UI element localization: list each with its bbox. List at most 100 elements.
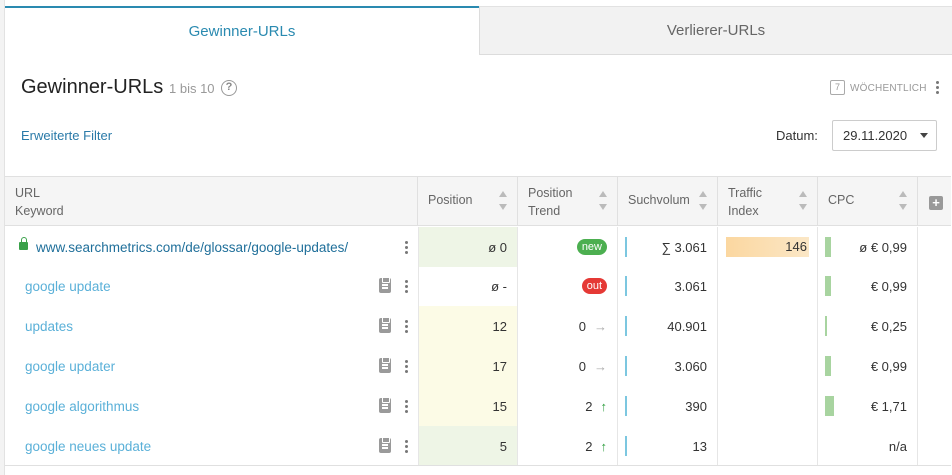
traffic-index-value: 146	[785, 239, 807, 254]
cpc-bar	[825, 356, 831, 376]
position-cell: 5	[418, 426, 518, 466]
tab-verlierer-urls[interactable]: Verlierer-URLs	[479, 6, 952, 55]
volume-cell: 3.060	[618, 346, 718, 386]
volume-cell: 390	[618, 386, 718, 426]
column-cpc-label: CPC	[828, 193, 855, 207]
cpc-value: € 1,71	[870, 398, 907, 414]
url-link[interactable]: www.searchmetrics.com/de/glossar/google-…	[36, 240, 348, 255]
row-menu-icon[interactable]	[403, 440, 409, 453]
lock-icon	[19, 237, 28, 250]
chevron-down-icon	[920, 133, 928, 138]
traffic-index-cell	[718, 386, 818, 426]
date-value: 29.11.2020	[843, 128, 908, 143]
column-ti-label-1: Traffic	[728, 186, 763, 200]
result-range: 1 bis 10	[169, 81, 215, 96]
column-url-label: URL	[15, 186, 41, 200]
table-row: google algorithmus 15 2 ↑ 390 € 1,71	[5, 386, 951, 426]
cpc-value: n/a	[888, 438, 907, 454]
status-badge-out: out	[581, 278, 607, 294]
arrow-up-icon: ↑	[600, 438, 608, 454]
volume-value: 13	[692, 438, 707, 454]
row-menu-icon[interactable]	[403, 280, 409, 293]
volume-cell: 13	[618, 426, 718, 466]
sort-icon[interactable]	[499, 191, 509, 213]
traffic-index-cell	[718, 266, 818, 306]
keyword-cell: google neues update	[5, 426, 418, 466]
clipboard-icon[interactable]	[379, 317, 391, 333]
column-header-url-keyword[interactable]: URL Keyword	[5, 177, 418, 225]
keyword-link[interactable]: updates	[25, 319, 73, 334]
column-header-search-volume[interactable]: Suchvolum	[618, 177, 718, 225]
table-header: URL Keyword Position Position Trend Suchvo…	[5, 176, 951, 226]
date-select[interactable]: 29.11.2020	[832, 120, 937, 151]
position-cell: 12	[418, 306, 518, 346]
volume-value: 3.061	[674, 278, 707, 294]
cpc-bar	[825, 276, 831, 296]
keyword-cell: google updater	[5, 346, 418, 386]
trend-value: 2	[585, 398, 593, 414]
traffic-index-cell	[718, 346, 818, 386]
status-badge-new: new	[576, 239, 607, 255]
column-header-cpc[interactable]: CPC	[818, 177, 918, 225]
sort-icon[interactable]	[599, 191, 609, 213]
cpc-value: € 0,99	[870, 278, 907, 294]
table-row-url: www.searchmetrics.com/de/glossar/google-…	[5, 227, 951, 267]
sort-icon[interactable]	[899, 191, 909, 213]
trend-value: 0	[578, 318, 586, 334]
keyword-link[interactable]: google algorithmus	[25, 399, 139, 414]
trend-cell: 0 →	[518, 306, 618, 346]
trend-value: 2	[585, 438, 593, 454]
cpc-value: € 0,25	[870, 318, 907, 334]
trend-cell: 0 →	[518, 346, 618, 386]
keyword-link[interactable]: google neues update	[25, 439, 151, 454]
cpc-value: € 0,99	[870, 358, 907, 374]
add-column-icon[interactable]: +	[929, 196, 943, 210]
trend-cell: 2 ↑	[518, 386, 618, 426]
position-cell: 17	[418, 346, 518, 386]
keyword-cell: google update	[5, 266, 418, 306]
trend-cell: 2 ↑	[518, 426, 618, 466]
column-header-position-trend[interactable]: Position Trend	[518, 177, 618, 225]
cpc-cell: € 1,71	[818, 386, 918, 426]
table-row: google neues update 5 2 ↑ 13 n/a	[5, 426, 951, 466]
weekly-toggle[interactable]: WÖCHENTLICH	[850, 83, 927, 94]
volume-value: ∑ 3.061	[661, 239, 707, 255]
clipboard-icon[interactable]	[379, 437, 391, 453]
column-header-traffic-index[interactable]: Traffic Index	[718, 177, 818, 225]
date-label: Datum:	[776, 128, 818, 143]
keyword-cell: google algorithmus	[5, 386, 418, 426]
cpc-cell: € 0,99	[818, 266, 918, 306]
traffic-index-cell	[718, 306, 818, 346]
advanced-filter-link[interactable]: Erweiterte Filter	[21, 128, 112, 143]
column-volume-label: Suchvolum	[628, 193, 690, 207]
traffic-index-cell	[718, 426, 818, 466]
column-ti-label-2: Index	[728, 204, 759, 218]
arrow-up-icon: ↑	[600, 398, 608, 414]
help-icon[interactable]: ?	[221, 80, 237, 96]
cpc-cell: € 0,99	[818, 346, 918, 386]
column-position-label: Position	[428, 193, 473, 207]
row-menu-icon[interactable]	[403, 400, 409, 413]
more-options-icon[interactable]	[934, 81, 940, 94]
cpc-cell: € 0,25	[818, 306, 918, 346]
keyword-cell: updates	[5, 306, 418, 346]
clipboard-icon[interactable]	[379, 397, 391, 413]
cpc-cell: ø € 0,99	[818, 227, 918, 267]
row-menu-icon[interactable]	[403, 320, 409, 333]
column-trend-label-2: Trend	[528, 204, 561, 218]
sort-icon[interactable]	[799, 191, 809, 213]
calendar-icon[interactable]: 7	[830, 80, 845, 95]
volume-value: 40.901	[667, 318, 707, 334]
column-header-position[interactable]: Position	[418, 177, 518, 225]
column-keyword-label: Keyword	[15, 204, 64, 218]
keyword-link[interactable]: google update	[25, 279, 111, 294]
keyword-link[interactable]: google updater	[25, 359, 115, 374]
clipboard-icon[interactable]	[379, 357, 391, 373]
row-menu-icon[interactable]	[403, 241, 409, 254]
sort-icon[interactable]	[699, 191, 709, 213]
row-menu-icon[interactable]	[403, 360, 409, 373]
tab-gewinner-urls[interactable]: Gewinner-URLs	[5, 6, 479, 55]
cpc-value: ø € 0,99	[859, 239, 907, 255]
clipboard-icon[interactable]	[379, 277, 391, 293]
cpc-cell: n/a	[818, 426, 918, 466]
